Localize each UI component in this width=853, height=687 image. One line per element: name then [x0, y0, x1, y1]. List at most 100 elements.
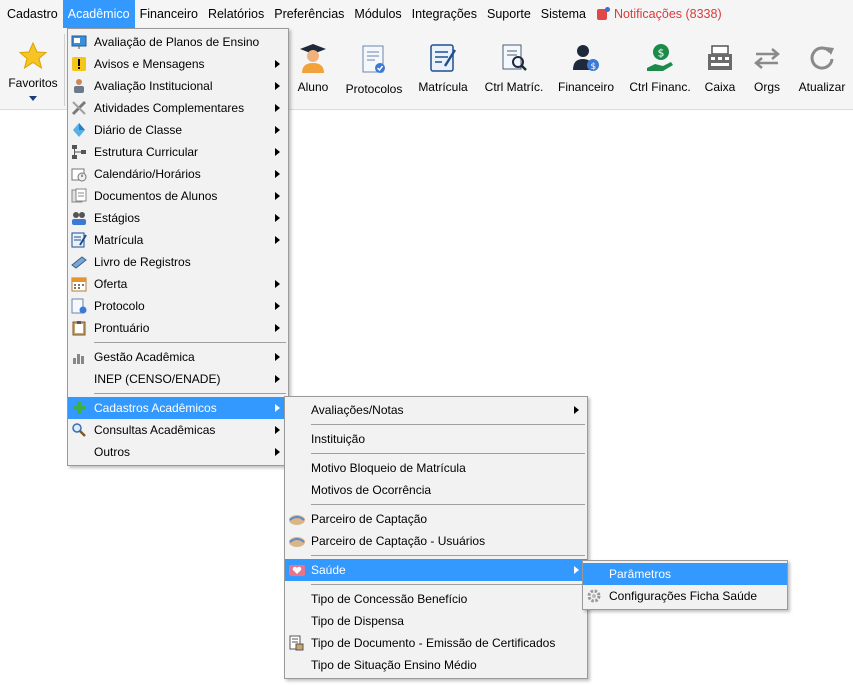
- menu-preferencias[interactable]: Preferências: [269, 0, 349, 28]
- matricula-label: Matrícula: [418, 80, 468, 94]
- submenu-arrow-icon: [275, 375, 280, 383]
- favoritos-button[interactable]: Favoritos: [4, 28, 62, 110]
- menu-item-gestao-academica[interactable]: Gestão Acadêmica: [68, 346, 288, 368]
- menu-item-configuracoes-ficha-saude[interactable]: Configurações Ficha Saúde: [583, 585, 787, 607]
- hand-money-icon: $: [644, 42, 676, 74]
- menu-integracoes[interactable]: Integrações: [407, 0, 482, 28]
- person-money-icon: $: [570, 42, 602, 74]
- health-icon: [288, 562, 305, 578]
- menu-item-matricula[interactable]: Matrícula: [68, 229, 288, 251]
- submenu-arrow-icon: [275, 148, 280, 156]
- menu-bar: Cadastro Acadêmico Financeiro Relatórios…: [0, 0, 853, 28]
- menu-item-protocolo[interactable]: Protocolo: [68, 295, 288, 317]
- menu-item-tipo-dispensa[interactable]: Tipo de Dispensa: [285, 610, 587, 632]
- menu-item-avaliacao-institucional[interactable]: Avaliação Institucional: [68, 75, 288, 97]
- menu-item-outros[interactable]: Outros: [68, 441, 288, 463]
- form-icon: [71, 232, 87, 248]
- menu-cadastro[interactable]: Cadastro: [2, 0, 63, 28]
- menu-item-prontuario[interactable]: Prontuário: [68, 317, 288, 339]
- ctrl-financ-label: Ctrl Financ.: [629, 80, 691, 94]
- menu-item-label: Parâmetros: [609, 567, 672, 581]
- menu-item-saude[interactable]: Saúde: [285, 559, 587, 581]
- student-icon: [297, 42, 329, 74]
- menu-item-parceiro-captacao[interactable]: Parceiro de Captação: [285, 508, 587, 530]
- menu-item-avisos-mensagens[interactable]: Avisos e Mensagens: [68, 53, 288, 75]
- menu-suporte[interactable]: Suporte: [482, 0, 536, 28]
- tools-icon: [71, 100, 87, 116]
- chevron-down-icon: [29, 96, 37, 101]
- submenu-arrow-icon: [275, 280, 280, 288]
- calendar-icon: [71, 276, 87, 292]
- menu-item-livro-registros[interactable]: Livro de Registros: [68, 251, 288, 273]
- menu-item-label: Outros: [94, 445, 131, 459]
- menu-separator: [311, 453, 585, 454]
- menu-item-label: Saúde: [311, 563, 346, 577]
- menu-modulos[interactable]: Módulos: [349, 0, 406, 28]
- menu-item-avaliacoes-notas[interactable]: Avaliações/Notas: [285, 399, 587, 421]
- enrollment-form-icon: [427, 42, 459, 74]
- menu-item-calendario-horarios[interactable]: Calendário/Horários: [68, 163, 288, 185]
- menu-item-inep[interactable]: INEP (CENSO/ENADE): [68, 368, 288, 390]
- menu-separator: [94, 342, 286, 343]
- caixa-button[interactable]: Caixa: [702, 28, 738, 110]
- financeiro-button[interactable]: $ Financeiro: [556, 28, 616, 110]
- menu-item-label: Avisos e Mensagens: [94, 57, 205, 71]
- financeiro-label: Financeiro: [557, 80, 615, 94]
- menu-item-tipo-situacao-ensino-medio[interactable]: Tipo de Situação Ensino Médio: [285, 654, 587, 676]
- menu-item-avaliacao-planos[interactable]: Avaliação de Planos de Ensino: [68, 31, 288, 53]
- svg-text:$: $: [658, 47, 665, 60]
- menu-relatorios[interactable]: Relatórios: [203, 0, 269, 28]
- notifications-link[interactable]: Notificações (8338): [596, 6, 722, 21]
- notifications-label: Notificações (8338): [613, 7, 722, 21]
- protocolos-button[interactable]: Protocolos: [343, 28, 405, 110]
- menu-item-cadastros-academicos[interactable]: Cadastros Acadêmicos: [68, 397, 288, 419]
- submenu-arrow-icon: [275, 236, 280, 244]
- submenu-arrow-icon: [275, 324, 280, 332]
- menu-item-oferta[interactable]: Oferta: [68, 273, 288, 295]
- menu-item-instituicao[interactable]: Instituição: [285, 428, 587, 450]
- menu-item-parametros[interactable]: Parâmetros: [583, 563, 787, 585]
- academico-dropdown: Avaliação de Planos de Ensino Avisos e M…: [67, 28, 289, 466]
- gear-icon: [586, 588, 602, 604]
- matricula-button[interactable]: Matrícula: [415, 28, 471, 110]
- menu-item-motivos-ocorrencia[interactable]: Motivos de Ocorrência: [285, 479, 587, 501]
- aluno-button[interactable]: Aluno: [293, 28, 333, 110]
- menu-item-atividades-complementares[interactable]: Atividades Complementares: [68, 97, 288, 119]
- menu-separator: [94, 393, 286, 394]
- menu-item-tipo-documento-certificados[interactable]: Tipo de Documento - Emissão de Certifica…: [285, 632, 587, 654]
- menu-item-estagios[interactable]: Estágios: [68, 207, 288, 229]
- menu-item-motivo-bloqueio[interactable]: Motivo Bloqueio de Matrícula: [285, 457, 587, 479]
- clipboard-icon: [71, 320, 87, 336]
- menu-item-documentos-alunos[interactable]: Documentos de Alunos: [68, 185, 288, 207]
- ctrl-matric-button[interactable]: Ctrl Matríc.: [482, 28, 546, 110]
- ctrl-financ-button[interactable]: $ Ctrl Financ.: [628, 28, 692, 110]
- caixa-label: Caixa: [704, 80, 736, 94]
- menu-item-consultas-academicas[interactable]: Consultas Acadêmicas: [68, 419, 288, 441]
- menu-separator: [311, 504, 585, 505]
- favoritos-label: Favoritos: [8, 76, 58, 90]
- menu-sistema[interactable]: Sistema: [536, 0, 591, 28]
- menu-item-estrutura-curricular[interactable]: Estrutura Curricular: [68, 141, 288, 163]
- atualizar-label: Atualizar: [798, 80, 846, 94]
- submenu-arrow-icon: [275, 214, 280, 222]
- atualizar-button[interactable]: Atualizar: [794, 28, 850, 110]
- menu-item-label: Livro de Registros: [94, 255, 191, 269]
- document-print-icon: [288, 635, 304, 651]
- menu-item-label: Parceiro de Captação: [311, 512, 428, 526]
- submenu-arrow-icon: [574, 566, 579, 574]
- menu-financeiro[interactable]: Financeiro: [135, 0, 203, 28]
- menu-item-label: Consultas Acadêmicas: [94, 423, 216, 437]
- menu-academico[interactable]: Acadêmico: [62, 0, 135, 28]
- menu-item-label: Gestão Acadêmica: [94, 350, 195, 364]
- ctrl-matric-label: Ctrl Matríc.: [484, 80, 544, 94]
- toolbar-separator: [64, 34, 65, 106]
- menu-item-tipo-concessao-beneficio[interactable]: Tipo de Concessão Benefício: [285, 588, 587, 610]
- menu-item-label: Avaliação Institucional: [94, 79, 213, 93]
- menu-item-diario-classe[interactable]: Diário de Classe: [68, 119, 288, 141]
- menu-item-parceiro-captacao-usuarios[interactable]: Parceiro de Captação - Usuários: [285, 530, 587, 552]
- magnifier-icon: [71, 422, 87, 438]
- submenu-arrow-icon: [275, 353, 280, 361]
- handshake-icon: [288, 511, 305, 527]
- menu-item-label: Estrutura Curricular: [94, 145, 199, 159]
- orgs-button[interactable]: Orgs: [750, 28, 784, 110]
